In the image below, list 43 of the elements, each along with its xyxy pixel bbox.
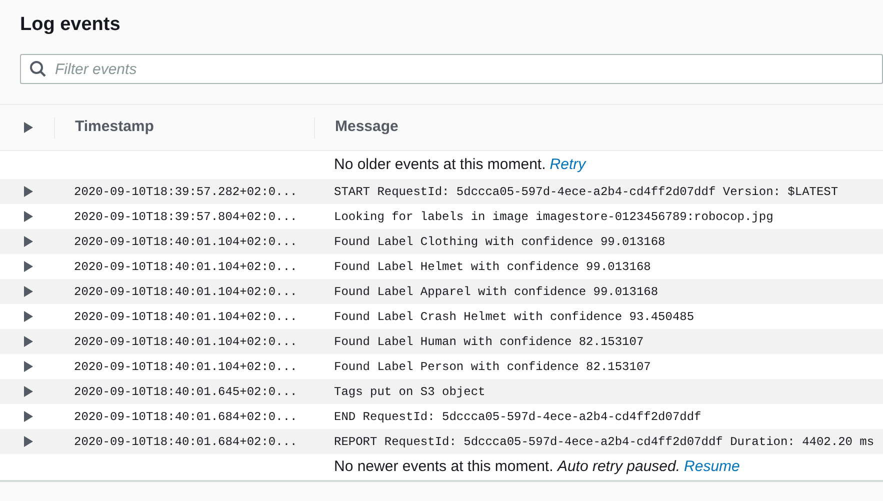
timestamp-cell-text: 2020-09-10T18:40:01.104+02:0... — [73, 258, 298, 276]
timestamp-cell-text: 2020-09-10T18:40:01.684+02:0... — [73, 434, 298, 450]
message-cell-text: START RequestId: 5dccca05-597d-4ece-a2b4-cd4ff2d07ddf Version: $LATEST — [334, 184, 838, 200]
expand-arrow-icon[interactable] — [24, 361, 32, 372]
resume-link[interactable]: Resume — [684, 456, 740, 478]
expand-arrow-icon[interactable] — [24, 236, 32, 247]
column-header[interactable]: Message — [335, 116, 398, 139]
timestamp-cell-text: 2020-09-10T18:39:57.282+02:0... — [73, 184, 298, 200]
expand-arrow-icon[interactable] — [24, 336, 32, 347]
timestamp-cell-text: 2020-09-10T18:40:01.684+02:0... — [73, 408, 298, 426]
message-cell-text: REPORT RequestId: 5dccca05-597d-4ece-a2b4-cd4ff2d07ddf Duration: 4402.20 ms — [334, 434, 874, 450]
expand-arrow-icon[interactable] — [24, 411, 32, 422]
message-cell-text: END RequestId: 5dccca05-597d-4ece-a2b4-cd4ff2d07ddf — [334, 408, 702, 426]
timestamp-cell-text: 2020-09-10T18:40:01.104+02:0... — [73, 358, 298, 376]
message-cell-text: Found Label Apparel with confidence 99.013168 — [334, 284, 658, 300]
message-cell-text: Found Label Person with confidence 82.153107 — [334, 358, 651, 376]
panel-title: Log events — [20, 13, 122, 37]
message-cell-text: Found Label Helmet with confidence 99.013168 — [334, 258, 651, 276]
timestamp-cell-text: 2020-09-10T18:40:01.645+02:0... — [73, 384, 298, 400]
expand-arrow-icon[interactable] — [24, 311, 32, 322]
expand-arrow-icon[interactable] — [24, 261, 32, 272]
expand-arrow-icon[interactable] — [24, 122, 32, 133]
notice-text: No older events at this moment. — [334, 154, 546, 175]
search-icon — [29, 60, 47, 78]
message-cell-text: Found Label Clothing with confidence 99.013168 — [334, 234, 666, 250]
timestamp-cell-text: 2020-09-10T18:39:57.804+02:0... — [73, 208, 298, 226]
message-cell-text: Found Label Crash Helmet with confidence 93.450485 — [334, 308, 694, 326]
timestamp-cell-text: 2020-09-10T18:40:01.104+02:0... — [73, 334, 298, 350]
timestamp-cell-text: 2020-09-10T18:40:01.104+02:0... — [73, 308, 298, 326]
filter-field[interactable]: Filter events — [20, 54, 883, 84]
retry-link[interactable]: Retry — [550, 154, 586, 176]
expand-arrow-icon[interactable] — [24, 436, 32, 447]
expand-arrow-icon[interactable] — [24, 186, 32, 197]
message-cell-text: Looking for labels in image imagestore-0123456789:robocop.jpg — [334, 208, 774, 226]
message-cell-text: Tags put on S3 object — [334, 384, 486, 400]
column-header[interactable]: Timestamp — [75, 116, 154, 139]
timestamp-cell-text: 2020-09-10T18:40:01.104+02:0... — [73, 284, 298, 300]
expand-arrow-icon[interactable] — [24, 286, 32, 297]
message-cell-text: Found Label Human with confidence 82.153107 — [334, 334, 644, 350]
expand-arrow-icon[interactable] — [24, 386, 32, 397]
timestamp-cell-text: 2020-09-10T18:40:01.104+02:0... — [73, 234, 298, 250]
notice-text: No newer events at this moment. Auto retry paused. — [334, 456, 680, 477]
expand-arrow-icon[interactable] — [24, 211, 32, 222]
